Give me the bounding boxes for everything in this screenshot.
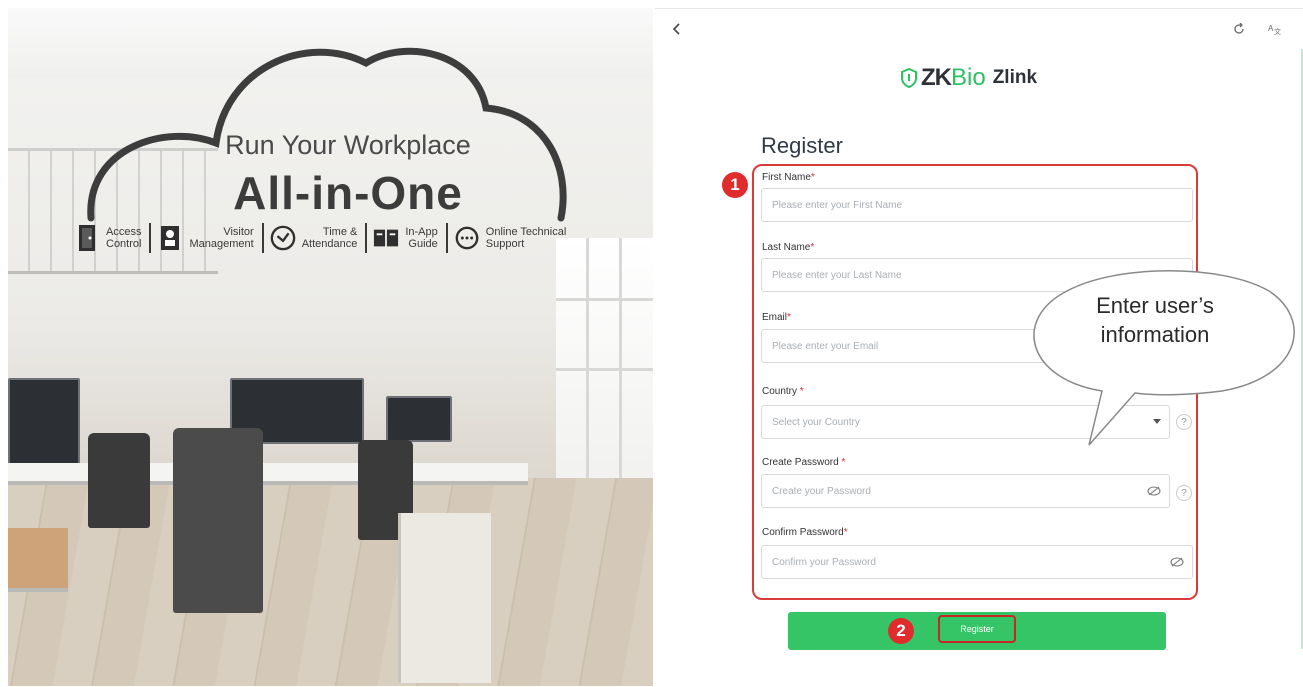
create-password-input[interactable]: [762, 475, 1169, 507]
hero-banner: Run Your Workplace All-in-One Access Con…: [8, 8, 653, 686]
feature-online-support: Online Technical Support: [448, 225, 567, 251]
feature-label: In-App Guide: [405, 226, 438, 250]
register-button[interactable]: 2 Register: [788, 612, 1166, 650]
speech-bubble-icon: [1033, 270, 1295, 446]
step-badge-2: 2: [888, 618, 914, 644]
book-icon: [373, 225, 399, 251]
language-icon: A文: [1268, 24, 1281, 35]
feature-in-app-guide: In-App Guide: [367, 223, 448, 253]
page-title: Register: [761, 133, 843, 158]
last-name-label: Last Name*: [762, 242, 815, 253]
eye-off-icon[interactable]: [1170, 546, 1184, 578]
first-name-field[interactable]: [761, 188, 1193, 222]
feature-access-control: Access Control: [68, 223, 152, 253]
svg-text:文: 文: [1274, 27, 1281, 35]
hero-chair: [173, 428, 263, 613]
first-name-input[interactable]: [762, 189, 1192, 221]
back-button[interactable]: [667, 19, 687, 39]
create-password-label: Create Password *: [762, 457, 846, 468]
hero-monitor: [8, 378, 80, 468]
register-panel: A文 ZK Bio Zlink Register 1 First Name* L…: [655, 8, 1303, 687]
logo-zk: ZK: [921, 64, 952, 91]
confirm-password-label: Confirm Password*: [762, 527, 848, 538]
feature-label: Visitor Management: [189, 226, 254, 250]
clock-icon: [270, 225, 296, 251]
support-chat-icon: [454, 225, 480, 251]
hero-window: [556, 238, 653, 488]
feature-time-attendance: Time & Attendance: [264, 223, 368, 253]
hero-monitor: [386, 396, 452, 442]
feature-label: Access Control: [106, 226, 142, 250]
language-button[interactable]: A文: [1265, 19, 1285, 39]
first-name-label: First Name*: [762, 172, 815, 183]
email-label: Email*: [762, 312, 791, 323]
hero-tagline: Run Your Workplace: [225, 130, 471, 160]
eye-off-icon[interactable]: [1147, 475, 1161, 507]
visitor-badge-icon: [157, 225, 183, 251]
feature-label: Online Technical Support: [485, 226, 567, 250]
logo-zlink: Zlink: [992, 67, 1038, 88]
refresh-icon: [1234, 23, 1244, 34]
hero-chair: [88, 433, 150, 528]
chevron-left-icon: [672, 23, 680, 35]
brand-logo: ZK Bio Zlink: [900, 63, 1037, 93]
refresh-button[interactable]: [1229, 19, 1249, 39]
feature-visitor-management: Visitor Management: [151, 223, 264, 253]
create-password-field[interactable]: [761, 474, 1170, 508]
shield-icon: [901, 68, 917, 88]
hero-cabinet: [398, 513, 491, 683]
register-button-label[interactable]: Register: [938, 615, 1016, 643]
hero-headline: All-in-One: [233, 167, 463, 219]
confirm-password-input[interactable]: [762, 546, 1192, 578]
step-badge-1: 1: [722, 172, 748, 198]
door-icon: [74, 225, 100, 251]
country-label: Country *: [762, 386, 804, 397]
hero-desk: [8, 528, 68, 592]
logo-bio: Bio: [951, 64, 986, 91]
feature-label: Time & Attendance: [301, 226, 358, 250]
annotation-bubble-text: Enter user’s information: [1096, 293, 1214, 347]
confirm-password-field[interactable]: [761, 545, 1193, 579]
hero-desk: [8, 463, 528, 485]
password-help-icon[interactable]: ?: [1176, 485, 1192, 501]
feature-strip: Access Control Visitor Management Time &…: [68, 218, 566, 258]
